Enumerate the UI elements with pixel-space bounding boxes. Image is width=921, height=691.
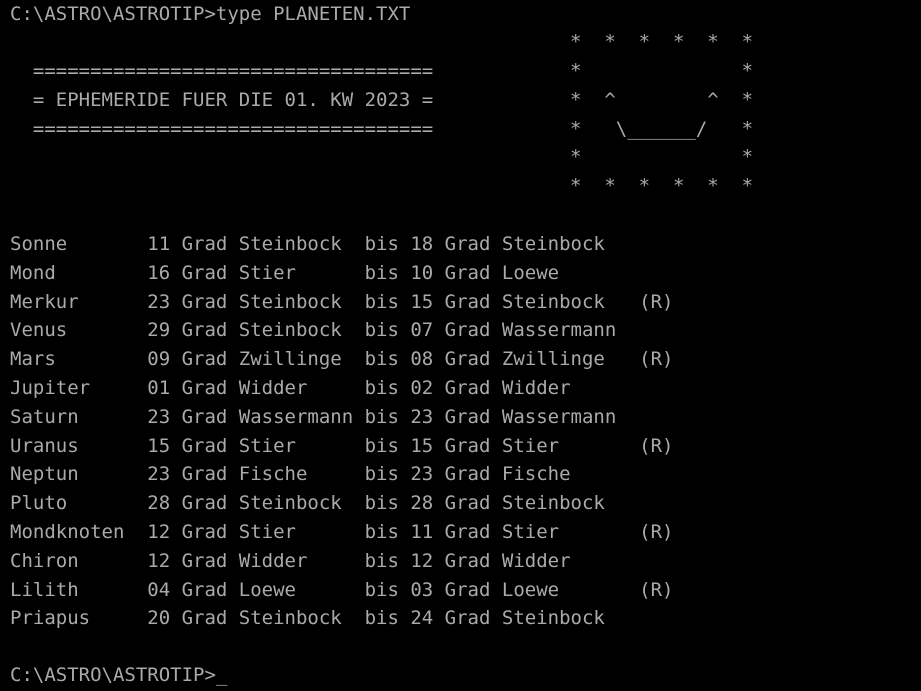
table-row: Uranus 15 Grad Stier bis 15 Grad Stier (… — [10, 434, 674, 457]
command-prompt-line-bottom[interactable]: C:\ASTRO\ASTROTIP>_ — [10, 661, 227, 690]
table-row: Chiron 12 Grad Widder bis 12 Grad Widder — [10, 549, 571, 572]
table-row: Venus 29 Grad Steinbock bis 07 Grad Wass… — [10, 319, 617, 342]
table-row: Merkur 23 Grad Steinbock bis 15 Grad Ste… — [10, 290, 674, 313]
table-row: Sonne 11 Grad Steinbock bis 18 Grad Stei… — [10, 233, 605, 255]
terminal-screen[interactable]: C:\ASTRO\ASTROTIP>type PLANETEN.TXT ====… — [0, 0, 921, 691]
smiley-face-icon-row-4: * * — [570, 146, 754, 168]
ephemeris-table: Sonne 11 Grad Steinbock bis 18 Grad Stei… — [10, 230, 673, 633]
smiley-face-icon-row-0: * * * * * * — [570, 31, 754, 53]
table-row: Lilith 04 Grad Loewe bis 03 Grad Loewe (… — [10, 578, 674, 601]
text-cursor: _ — [215, 664, 228, 686]
table-row: Priapus 20 Grad Steinbock bis 24 Grad St… — [10, 607, 605, 630]
smiley-face-icon-row-5: * * * * * * — [570, 175, 754, 197]
table-row: Mars 09 Grad Zwillinge bis 08 Grad Zwill… — [10, 348, 674, 371]
command-prompt-line-top: C:\ASTRO\ASTROTIP>type PLANETEN.TXT — [10, 3, 411, 25]
table-row: Saturn 23 Grad Wassermann bis 23 Grad Wa… — [10, 405, 617, 428]
smiley-face-icon-row-1: * * — [570, 60, 754, 82]
header-rule-bottom: =================================== — [10, 118, 434, 140]
smiley-face-icon-row-2: * ^ ^ * — [570, 89, 754, 111]
smiley-face-icon-row-3: * \______/ * — [570, 118, 754, 140]
prompt-path: C:\ASTRO\ASTROTIP> — [10, 664, 216, 686]
table-row: Mond 16 Grad Stier bis 10 Grad Loewe — [10, 261, 560, 284]
header-rule-top: =================================== — [10, 60, 434, 82]
table-row: Jupiter 01 Grad Widder bis 02 Grad Widde… — [10, 376, 571, 399]
table-row: Pluto 28 Grad Steinbock bis 28 Grad Stei… — [10, 492, 605, 515]
header-title-line: = EPHEMERIDE FUER DIE 01. KW 2023 = — [10, 89, 434, 111]
table-row: Neptun 23 Grad Fische bis 23 Grad Fische — [10, 463, 571, 486]
table-row: Mondknoten 12 Grad Stier bis 11 Grad Sti… — [10, 520, 674, 543]
